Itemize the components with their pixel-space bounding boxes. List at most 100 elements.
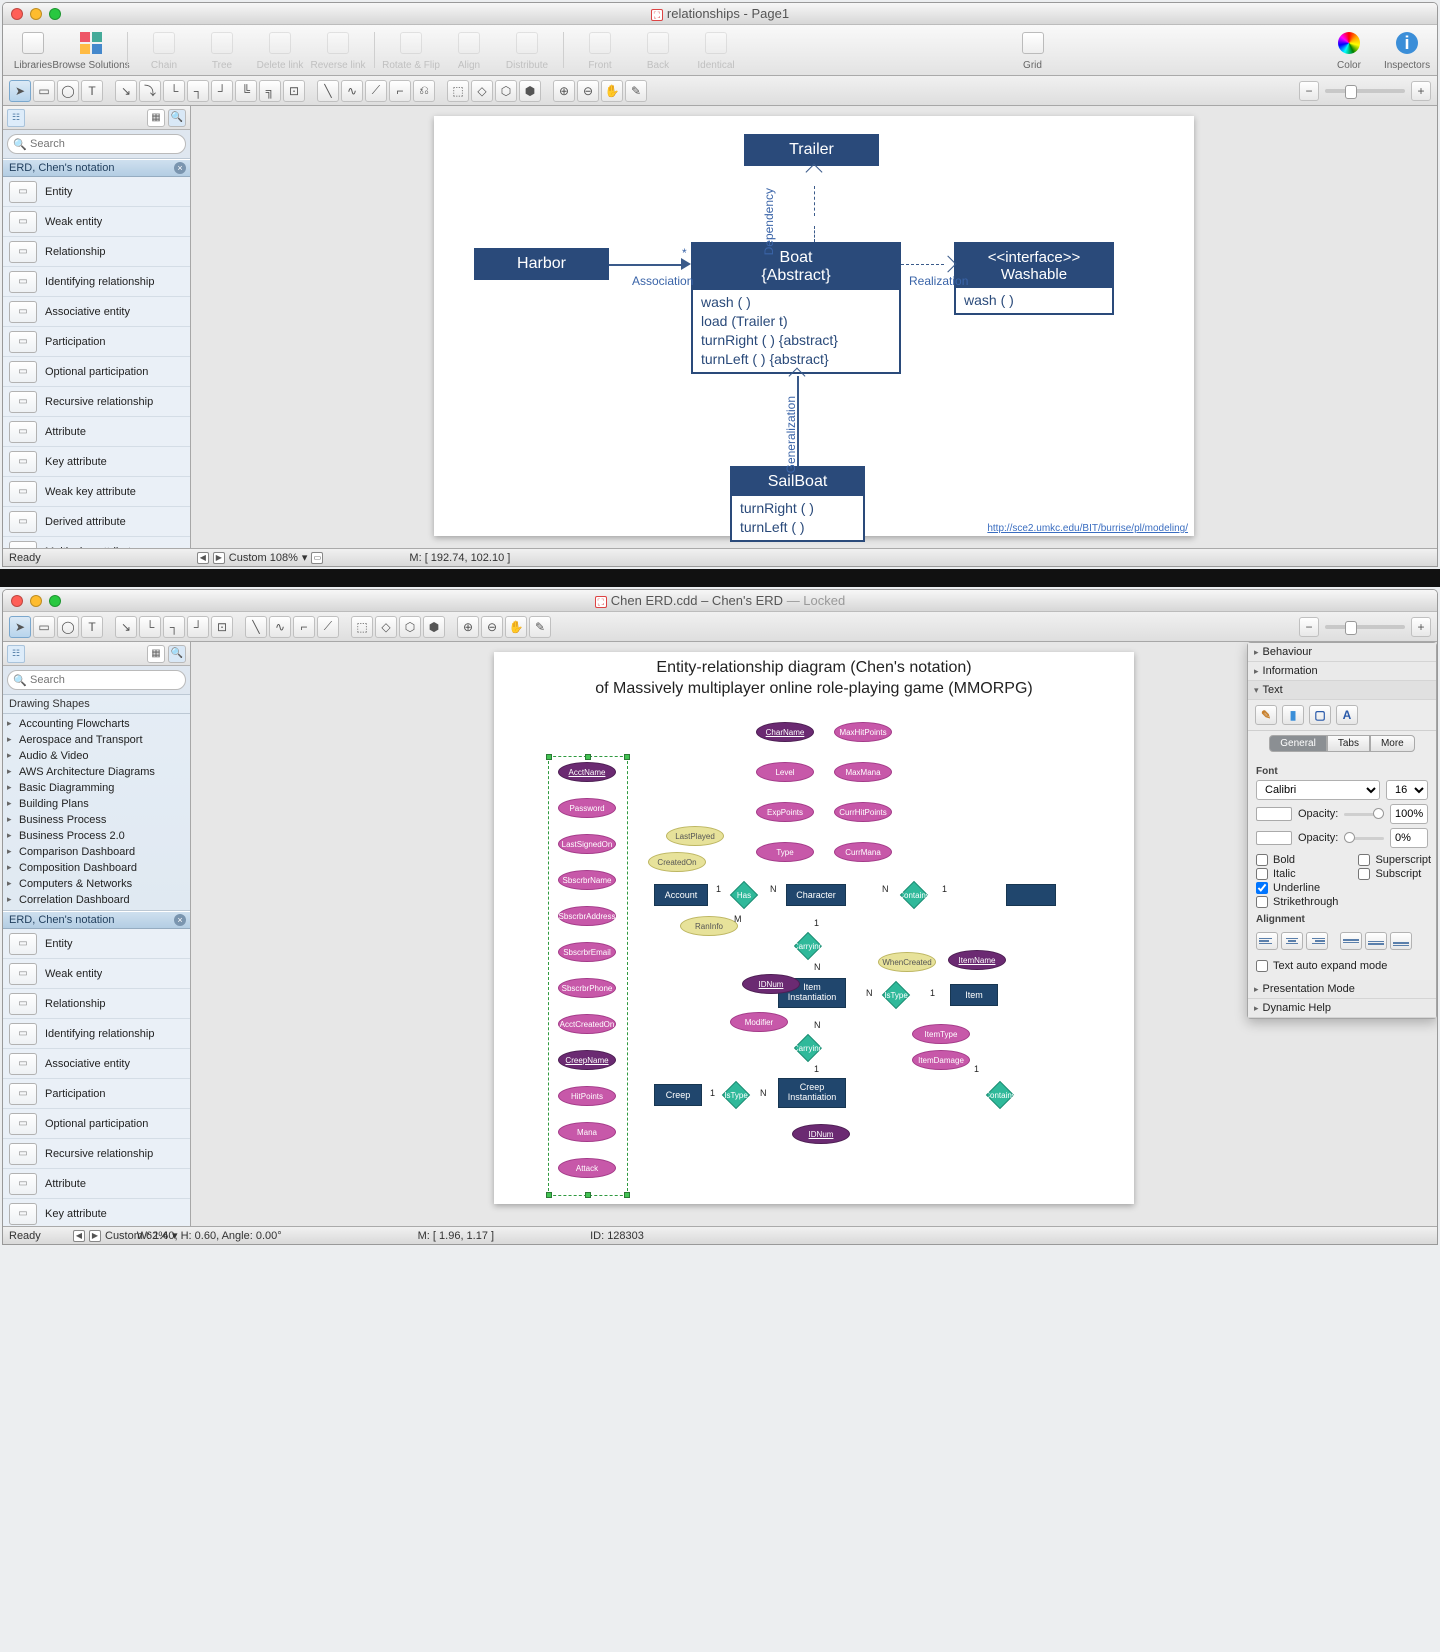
library-item[interactable]: ▭Optional participation bbox=[3, 1109, 190, 1139]
rel-istype-creep[interactable]: IsType bbox=[722, 1081, 750, 1109]
library-item[interactable]: ▭Weak key attribute bbox=[3, 477, 190, 507]
attr-raninfo[interactable]: RanInfo bbox=[680, 916, 738, 936]
pencil-icon[interactable]: ✎ bbox=[1255, 705, 1277, 725]
fullscreen-window-button[interactable] bbox=[49, 595, 61, 607]
attr-itemtype[interactable]: ItemType bbox=[912, 1024, 970, 1044]
browse-solutions-button[interactable]: Browse Solutions bbox=[69, 29, 113, 71]
library-item[interactable]: ▭Identifying relationship bbox=[3, 267, 190, 297]
library-item[interactable]: ▭Weak entity bbox=[3, 959, 190, 989]
library-item[interactable]: ▭Entity bbox=[3, 929, 190, 959]
erd-attribute[interactable]: SbscrbrName bbox=[558, 870, 616, 890]
shape-tool-2[interactable]: ◇ bbox=[375, 616, 397, 638]
line-tool-3[interactable]: ⌐ bbox=[293, 616, 315, 638]
text-style-icon[interactable]: A bbox=[1336, 705, 1358, 725]
zoom-out-tool[interactable]: ⊖ bbox=[481, 616, 503, 638]
erd-attribute[interactable]: HitPoints bbox=[558, 1086, 616, 1106]
shape-tool-3[interactable]: ⬡ bbox=[495, 80, 517, 102]
panel-view-toggle[interactable]: ☷ bbox=[7, 109, 25, 127]
zoom-in-btn[interactable]: + bbox=[1411, 81, 1431, 101]
valign-top[interactable] bbox=[1340, 932, 1362, 950]
zoom-out-tool[interactable]: ⊖ bbox=[577, 80, 599, 102]
tab-more[interactable]: More bbox=[1370, 735, 1415, 752]
connector-tool-5[interactable]: ⊡ bbox=[211, 616, 233, 638]
library-item[interactable]: ▭Relationship bbox=[3, 989, 190, 1019]
page-prev-icon[interactable]: ◀ bbox=[197, 552, 209, 564]
pointer-tool[interactable]: ➤ bbox=[9, 80, 31, 102]
uml-class-sailboat[interactable]: SailBoat turnRight ( )turnLeft ( ) bbox=[730, 466, 865, 542]
connector-tool-2[interactable]: ⤵ bbox=[139, 80, 161, 102]
canvas[interactable]: Trailer Harbor Boat{Abstract} wash ( )lo… bbox=[191, 106, 1437, 548]
close-window-button[interactable] bbox=[11, 595, 23, 607]
pan-tool[interactable]: ✋ bbox=[505, 616, 527, 638]
close-section-icon[interactable]: × bbox=[174, 162, 186, 174]
zoom-out-btn[interactable]: − bbox=[1299, 617, 1319, 637]
italic-checkbox[interactable]: Italic bbox=[1256, 868, 1338, 880]
pointer-tool[interactable]: ➤ bbox=[9, 616, 31, 638]
valign-mid[interactable] bbox=[1365, 932, 1387, 950]
titlebar[interactable]: ⛶relationships - Page1 bbox=[3, 3, 1437, 25]
erd-attribute[interactable]: SbscrbrAddress bbox=[558, 906, 616, 926]
search-tab-icon[interactable]: 🔍 bbox=[168, 645, 186, 663]
connector-tool-7[interactable]: ╗ bbox=[259, 80, 281, 102]
connector-tool-1[interactable]: ↘ bbox=[115, 80, 137, 102]
uml-class-harbor[interactable]: Harbor bbox=[474, 248, 609, 280]
strike-checkbox[interactable]: Strikethrough bbox=[1256, 896, 1338, 908]
erd-attribute[interactable]: AcctName bbox=[558, 762, 616, 782]
canvas[interactable]: Entity-relationship diagram (Chen's nota… bbox=[191, 642, 1437, 1226]
zoom-in-btn[interactable]: + bbox=[1411, 617, 1431, 637]
shape-tool-1[interactable]: ⬚ bbox=[351, 616, 373, 638]
attr-idnum-2[interactable]: IDNum bbox=[792, 1124, 850, 1144]
valign-bot[interactable] bbox=[1390, 932, 1412, 950]
shape-tool-4[interactable]: ⬢ bbox=[423, 616, 445, 638]
entity-character[interactable]: Character bbox=[786, 884, 846, 906]
library-item[interactable]: ▭Weak entity bbox=[3, 207, 190, 237]
uml-class-trailer[interactable]: Trailer bbox=[744, 134, 879, 166]
ellipse-tool[interactable]: ◯ bbox=[57, 616, 79, 638]
connector-tool-8[interactable]: ⊡ bbox=[283, 80, 305, 102]
library-item[interactable]: ▭Derived attribute bbox=[3, 507, 190, 537]
rect-tool[interactable]: ▭ bbox=[33, 616, 55, 638]
library-item[interactable]: ▭Key attribute bbox=[3, 1199, 190, 1226]
align-center[interactable] bbox=[1281, 932, 1303, 950]
titlebar[interactable]: ⛶Chen ERD.cdd – Chen's ERD — Locked bbox=[3, 590, 1437, 612]
grid-view-icon[interactable]: ▦ bbox=[147, 109, 165, 127]
super-checkbox[interactable]: Superscript bbox=[1358, 854, 1431, 866]
connector-tool-1[interactable]: ↘ bbox=[115, 616, 137, 638]
line-tool-1[interactable]: ╲ bbox=[245, 616, 267, 638]
library-item[interactable]: ▭Participation bbox=[3, 1079, 190, 1109]
text-tool[interactable]: T bbox=[81, 616, 103, 638]
zoom-in-tool[interactable]: ⊕ bbox=[553, 80, 575, 102]
library-item[interactable]: ▭Attribute bbox=[3, 417, 190, 447]
library-item[interactable]: ▭Recursive relationship bbox=[3, 387, 190, 417]
opacity-swatch-1[interactable] bbox=[1256, 807, 1292, 821]
auto-expand-checkbox[interactable]: Text auto expand mode bbox=[1256, 960, 1428, 972]
entity-creep[interactable]: Creep bbox=[654, 1084, 702, 1106]
page-next-icon[interactable]: ▶ bbox=[213, 552, 225, 564]
library-search-input[interactable] bbox=[7, 670, 186, 690]
connector-tool-6[interactable]: ╚ bbox=[235, 80, 257, 102]
tab-general[interactable]: General bbox=[1269, 735, 1327, 752]
rel-carrying-1[interactable]: Carrying bbox=[794, 932, 822, 960]
zoom-in-tool[interactable]: ⊕ bbox=[457, 616, 479, 638]
rel-has[interactable]: Has bbox=[730, 881, 758, 909]
close-window-button[interactable] bbox=[11, 8, 23, 20]
eyedrop-tool[interactable]: ✎ bbox=[625, 80, 647, 102]
page-tabs-icon[interactable]: ▭ bbox=[311, 552, 323, 564]
attr-modifier[interactable]: Modifier bbox=[730, 1012, 788, 1032]
minimize-window-button[interactable] bbox=[30, 8, 42, 20]
attr-itemdamage[interactable]: ItemDamage bbox=[912, 1050, 970, 1070]
connector-tool-5[interactable]: ┘ bbox=[211, 80, 233, 102]
library-search-input[interactable] bbox=[7, 134, 186, 154]
erd-attribute[interactable]: SbscrbrPhone bbox=[558, 978, 616, 998]
tree-item[interactable]: Building Plans bbox=[3, 796, 190, 812]
tree-item[interactable]: Aerospace and Transport bbox=[3, 732, 190, 748]
erd-attribute[interactable]: SbscrbrEmail bbox=[558, 942, 616, 962]
zoom-dropdown-icon[interactable]: ▾ bbox=[302, 551, 308, 564]
library-item[interactable]: ▭Relationship bbox=[3, 237, 190, 267]
shape-tool-1[interactable]: ⬚ bbox=[447, 80, 469, 102]
erd-attribute[interactable]: CurrHitPoints bbox=[834, 802, 892, 822]
pan-tool[interactable]: ✋ bbox=[601, 80, 623, 102]
erd-attribute[interactable]: Password bbox=[558, 798, 616, 818]
font-select[interactable]: Calibri bbox=[1256, 780, 1380, 800]
rel-carrying-2[interactable]: Carrying bbox=[794, 1034, 822, 1062]
